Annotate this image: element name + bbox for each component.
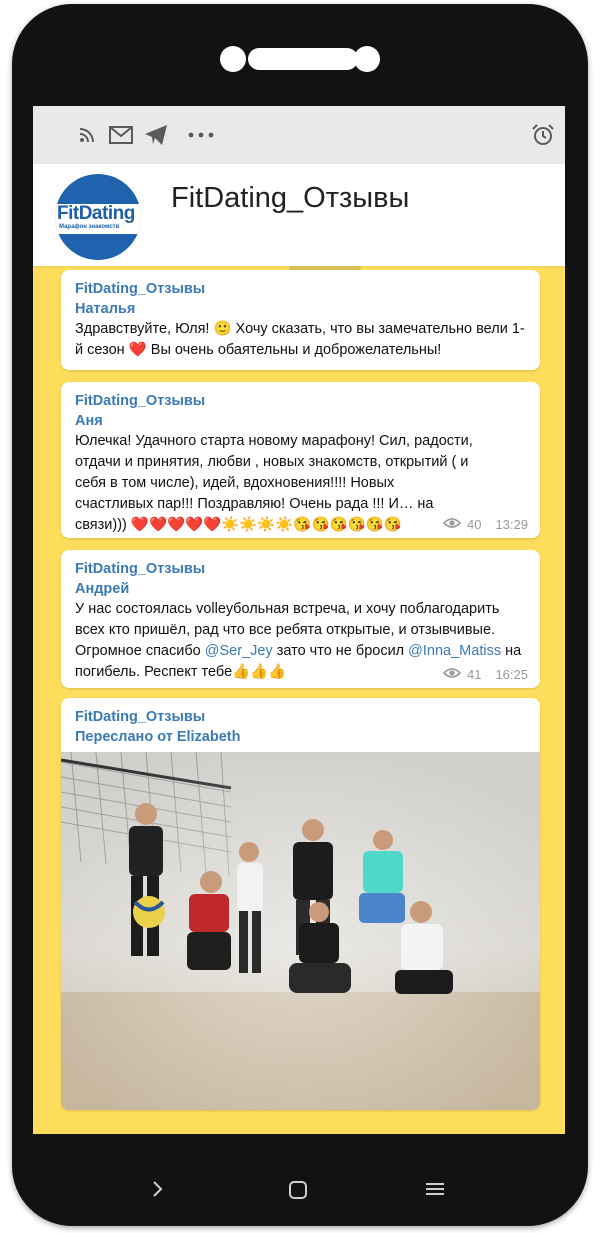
message-meta: 41 16:25 <box>442 667 528 682</box>
message-author[interactable]: Андрей <box>75 579 526 599</box>
channel-header[interactable]: FitDating Марафон знакомств FitDating_От… <box>33 164 565 266</box>
message-time: 13:29 <box>495 517 528 532</box>
message-channel-name[interactable]: FitDating_Отзывы <box>75 707 526 727</box>
message-photo[interactable] <box>61 752 540 1110</box>
channel-title: FitDating_Отзывы <box>171 182 410 214</box>
message-bubble[interactable]: FitDating_Отзывы Андрей У нас состоялась… <box>61 550 540 688</box>
mail-icon[interactable] <box>108 122 134 148</box>
message-channel-name[interactable]: FitDating_Отзывы <box>75 391 526 411</box>
message-text-part: зато что не бросил <box>272 643 409 659</box>
menu-icon[interactable] <box>424 1179 446 1199</box>
system-navbar <box>12 1139 588 1219</box>
home-icon[interactable] <box>287 1179 309 1201</box>
mention-link[interactable]: @Ser_Jey <box>205 643 273 659</box>
message-text: Здравствуйте, Юля! 🙂 Хочу сказать, что в… <box>75 321 525 358</box>
message-bubble[interactable]: FitDating_Отзывы Аня Юлечка! Удачного ст… <box>61 382 540 538</box>
avatar-logo-text: FitDating <box>57 203 135 224</box>
message-bubble[interactable]: FitDating_Отзывы Наталья Здравствуйте, Ю… <box>61 270 540 370</box>
message-meta: 40 13:29 <box>442 517 528 532</box>
earpiece-speaker <box>248 48 358 70</box>
back-chevron-icon[interactable] <box>148 1179 168 1199</box>
mention-link[interactable]: @Inna_Matiss <box>408 643 501 659</box>
message-author[interactable]: Наталья <box>75 299 526 319</box>
message-bubble[interactable]: FitDating_Отзывы Переслано от Elizabeth <box>61 698 540 1110</box>
forwarded-from[interactable]: Переслано от Elizabeth <box>75 727 526 747</box>
status-toolbar <box>33 106 565 164</box>
views-count: 41 <box>466 667 482 682</box>
message-text: Юлечка! Удачного старта новому марафону!… <box>75 433 473 533</box>
channel-avatar[interactable]: FitDating Марафон знакомств <box>55 174 141 260</box>
message-author[interactable]: Аня <box>75 411 526 431</box>
message-time: 16:25 <box>495 667 528 682</box>
views-eye-icon <box>442 667 462 682</box>
message-channel-name[interactable]: FitDating_Отзывы <box>75 279 526 299</box>
alarm-icon[interactable] <box>530 122 556 148</box>
views-count: 40 <box>466 517 482 532</box>
more-icon[interactable] <box>187 122 215 148</box>
avatar-logo-subtext: Марафон знакомств <box>59 224 120 230</box>
sensor-dot <box>354 46 380 72</box>
rss-icon[interactable] <box>77 122 97 148</box>
message-channel-name[interactable]: FitDating_Отзывы <box>75 559 526 579</box>
telegram-icon[interactable] <box>143 122 169 148</box>
camera-dot <box>220 46 246 72</box>
app-screen: FitDating Марафон знакомств FitDating_От… <box>33 106 565 1134</box>
views-eye-icon <box>442 517 462 532</box>
